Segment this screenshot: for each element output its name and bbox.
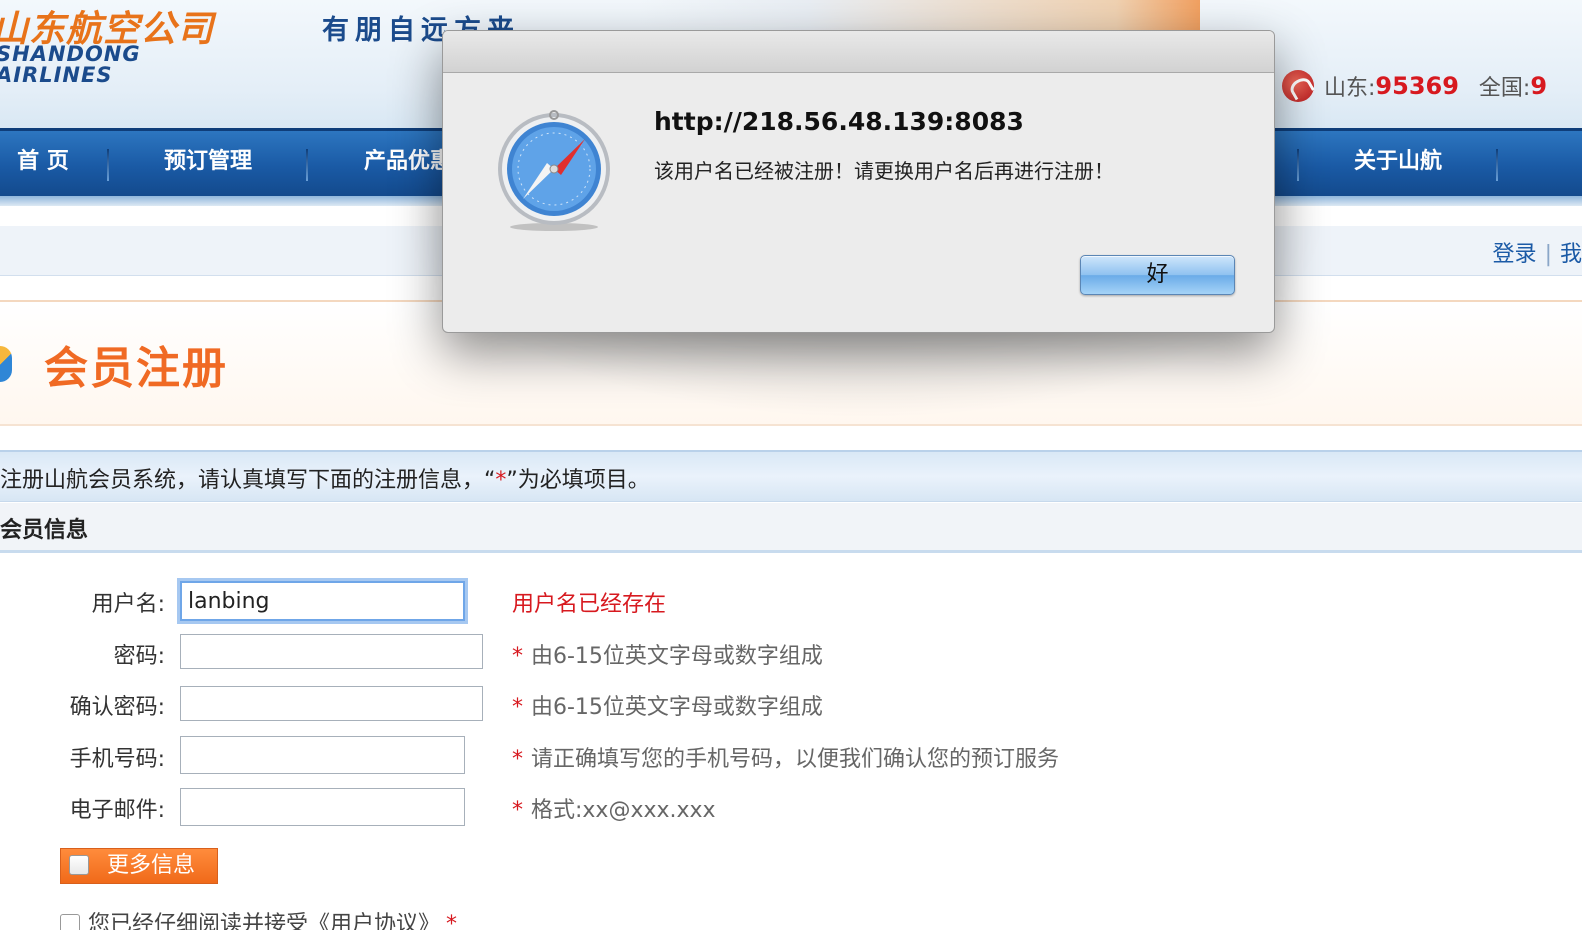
password-hint-text: 由6-15位英文字母或数字组成 xyxy=(531,644,823,669)
username-input[interactable] xyxy=(180,581,465,621)
page-title: 会员注册 xyxy=(44,343,228,394)
mobile-label: 手机号码: xyxy=(69,747,165,772)
hotline-label-national: 全国: xyxy=(1478,76,1531,101)
section-header xyxy=(0,503,1582,553)
email-hint-text: 格式:xx@xxx.xxx xyxy=(531,798,716,823)
more-info-label: 更多信息 xyxy=(107,853,196,878)
section-title: 会员信息 xyxy=(0,518,89,543)
more-info-checkbox[interactable] xyxy=(69,855,89,875)
login-links: 登录 | 我 xyxy=(1493,236,1582,268)
nav-separator xyxy=(306,149,308,181)
nav-separator xyxy=(107,149,109,181)
mobile-hint: * 请正确填写您的手机号码，以便我们确认您的预订服务 xyxy=(512,741,1059,773)
email-label: 电子邮件: xyxy=(69,798,165,823)
required-star: * xyxy=(512,644,523,669)
mobile-input[interactable] xyxy=(180,736,465,774)
logo-english[interactable]: SHANDONG AIRLINES xyxy=(0,44,141,86)
required-star: * xyxy=(512,695,523,720)
hotline-label-province: 山东: xyxy=(1324,76,1376,101)
link-separator: | xyxy=(1544,242,1552,267)
agreement-checkbox[interactable] xyxy=(60,914,80,930)
alert-dialog: http://218.56.48.139:8083 该用户名已经被注册！请更换用… xyxy=(442,30,1275,333)
required-star: * xyxy=(512,747,523,772)
password-label: 密码: xyxy=(113,644,165,669)
logo-english-line1: SHANDONG xyxy=(0,42,141,66)
dialog-message: 该用户名已经被注册！请更换用户名后再进行注册！ xyxy=(654,159,1114,183)
notice-prefix: 注册山航会员系统，请认真填写下面的注册信息，“ xyxy=(0,468,496,493)
agreement-text[interactable]: 您已经仔细阅读并接受《用户协议》 xyxy=(88,912,440,930)
agreement-row: 您已经仔细阅读并接受《用户协议》 * xyxy=(60,906,457,930)
email-hint: * 格式:xx@xxx.xxx xyxy=(512,792,716,824)
username-label: 用户名: xyxy=(91,592,165,617)
confirm-password-hint-text: 由6-15位英文字母或数字组成 xyxy=(531,695,823,720)
required-star: * xyxy=(446,912,458,930)
nav-item-home[interactable]: 首 页 xyxy=(0,131,98,196)
nav-separator xyxy=(1496,149,1498,181)
hotline-number-province: 95369 xyxy=(1375,72,1459,100)
more-info-button[interactable]: 更多信息 xyxy=(60,848,218,884)
confirm-password-label: 确认密码: xyxy=(69,695,165,720)
nav-item-booking[interactable]: 预订管理 xyxy=(110,131,306,196)
mobile-hint-text: 请正确填写您的手机号码，以便我们确认您的预订服务 xyxy=(531,747,1060,772)
email-input[interactable] xyxy=(180,788,465,826)
password-hint: * 由6-15位英文字母或数字组成 xyxy=(512,638,823,670)
logo-english-line2: AIRLINES xyxy=(0,63,113,87)
register-link[interactable]: 我 xyxy=(1560,242,1582,267)
ok-button[interactable]: 好 xyxy=(1080,255,1235,295)
safari-compass-icon xyxy=(498,110,610,231)
notice-suffix: ”为必填项目。 xyxy=(506,468,650,493)
username-error: 用户名已经存在 xyxy=(512,592,667,617)
confirm-password-input[interactable] xyxy=(180,686,483,721)
dialog-titlebar[interactable] xyxy=(443,31,1274,73)
login-link[interactable]: 登录 xyxy=(1493,242,1537,267)
required-star: * xyxy=(495,468,507,493)
hotline-number-national: 9 xyxy=(1530,72,1548,100)
confirm-password-hint: * 由6-15位英文字母或数字组成 xyxy=(512,689,823,721)
required-star: * xyxy=(512,798,523,823)
dialog-title: http://218.56.48.139:8083 xyxy=(654,107,1024,136)
notice-text: 注册山航会员系统，请认真填写下面的注册信息，“*”为必填项目。 xyxy=(0,462,650,494)
password-input[interactable] xyxy=(180,634,483,669)
